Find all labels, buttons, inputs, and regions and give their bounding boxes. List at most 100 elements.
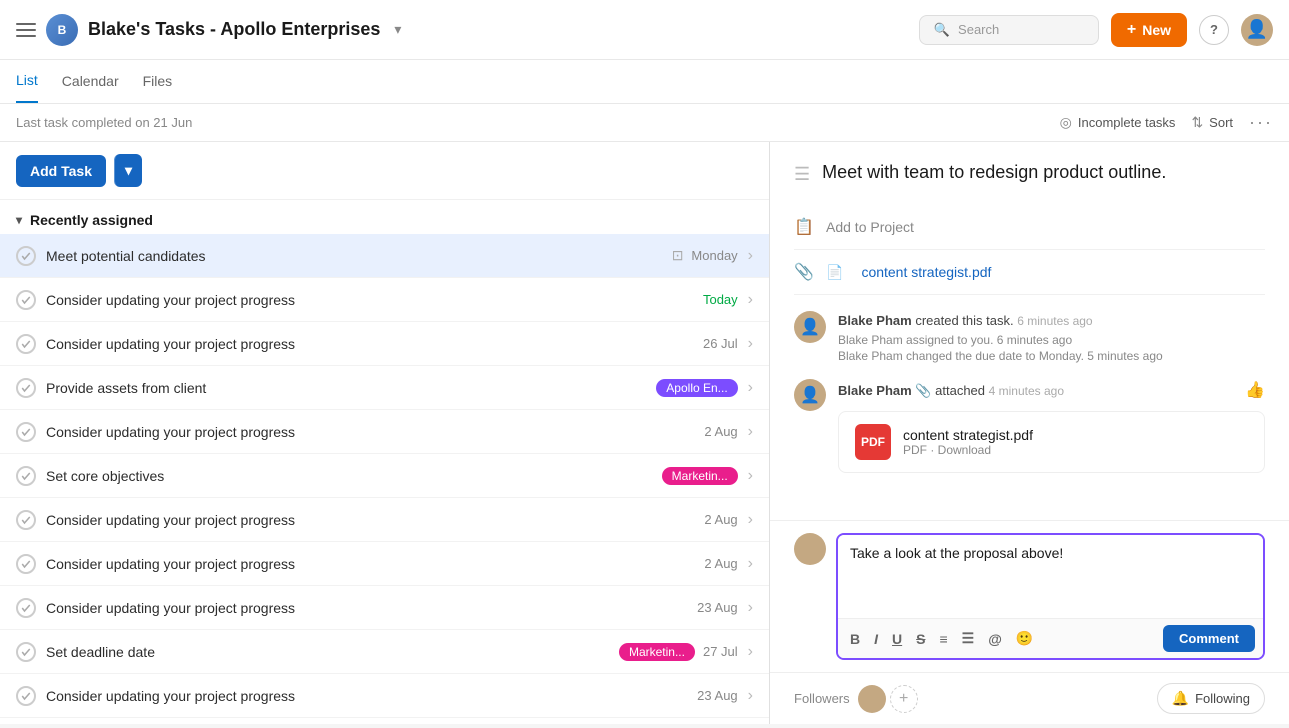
task-date: 2 Aug	[704, 424, 737, 439]
task-arrow-icon[interactable]: ›	[748, 291, 753, 309]
task-check-icon[interactable]	[16, 686, 36, 706]
task-arrow-icon[interactable]: ›	[748, 599, 753, 617]
sort-icon: ⇅	[1191, 114, 1203, 131]
strikethrough-button[interactable]: S	[912, 629, 929, 649]
user-avatar[interactable]: 👤	[1241, 14, 1273, 46]
more-options-button[interactable]: ···	[1249, 112, 1273, 133]
add-task-bar: Add Task ▾	[0, 142, 769, 200]
chevron-down-icon[interactable]: ▾	[394, 21, 401, 38]
task-meta: 2 Aug	[704, 512, 737, 527]
task-row[interactable]: Consider updating your project progressT…	[0, 278, 769, 322]
task-row[interactable]: Meet potential candidates ⊡ Monday ›	[0, 234, 769, 278]
task-arrow-icon[interactable]: ›	[748, 511, 753, 529]
app-header: B Blake's Tasks - Apollo Enterprises ▾ 🔍…	[0, 0, 1289, 60]
section-title: Recently assigned	[30, 212, 153, 228]
task-arrow-icon[interactable]: ›	[748, 643, 753, 661]
tab-list[interactable]: List	[16, 60, 38, 103]
task-arrow-icon[interactable]: ›	[748, 687, 753, 705]
comment-submit-button[interactable]: Comment	[1163, 625, 1255, 652]
underline-button[interactable]: U	[888, 629, 906, 649]
task-arrow-icon[interactable]: ›	[748, 467, 753, 485]
hamburger-menu[interactable]	[16, 23, 36, 37]
task-check-icon[interactable]	[16, 246, 36, 266]
task-row[interactable]: Consider updating your project progress 2…	[0, 498, 769, 542]
task-meta: Marketin...	[662, 467, 738, 485]
task-check-icon[interactable]	[16, 642, 36, 662]
bold-button[interactable]: B	[846, 629, 864, 649]
following-button[interactable]: 🔔 Following	[1157, 683, 1265, 714]
file-icon: 📄	[826, 264, 843, 281]
add-task-button[interactable]: Add Task	[16, 155, 106, 187]
mention-button[interactable]: @	[984, 629, 1006, 649]
task-row[interactable]: Consider updating your project progress2…	[0, 586, 769, 630]
task-check-icon[interactable]	[16, 598, 36, 618]
task-list-panel: Add Task ▾ ▾ Recently assigned Meet pote…	[0, 142, 770, 724]
task-check-icon[interactable]	[16, 510, 36, 530]
italic-button[interactable]: I	[870, 629, 882, 649]
task-name: Meet potential candidates	[46, 248, 662, 264]
task-arrow-icon[interactable]: ›	[748, 555, 753, 573]
activity-avatar-1: 👤	[794, 311, 826, 343]
like-button[interactable]: 👍	[1245, 379, 1265, 403]
detail-task-title: ☰ Meet with team to redesign product out…	[794, 162, 1265, 185]
task-row[interactable]: Set deadline dateMarketin...27 Jul›	[0, 630, 769, 674]
new-button[interactable]: + New	[1111, 13, 1187, 47]
numbered-list-button[interactable]: ☰	[958, 628, 979, 649]
pdf-icon: PDF	[855, 424, 891, 460]
task-arrow-icon[interactable]: ›	[748, 247, 753, 265]
comment-section: Take a look at the proposal above! B I U…	[770, 520, 1289, 672]
task-check-icon[interactable]	[16, 290, 36, 310]
search-placeholder: Search	[958, 22, 999, 37]
sort-button[interactable]: ⇅ Sort	[1191, 114, 1233, 131]
task-row[interactable]: Plan on-sitesMarketin...3 Jun – 23 Aug›	[0, 718, 769, 724]
activity-sub-1b: Blake Pham changed the due date to Monda…	[838, 349, 1265, 363]
task-meta: 23 Aug	[697, 688, 738, 703]
task-check-icon[interactable]	[16, 554, 36, 574]
bullet-list-button[interactable]: ≡	[935, 629, 951, 649]
pdf-attachment-card: PDF content strategist.pdf PDF · Downloa…	[838, 411, 1265, 473]
workspace-avatar: B	[46, 14, 78, 46]
task-row[interactable]: Provide assets from clientApollo En...›	[0, 366, 769, 410]
task-arrow-icon[interactable]: ›	[748, 423, 753, 441]
tag-badge: Marketin...	[619, 643, 695, 661]
task-check-icon[interactable]	[16, 422, 36, 442]
circle-icon: ◎	[1060, 114, 1072, 131]
task-check-icon[interactable]	[16, 378, 36, 398]
task-meta: ⊡ Monday	[672, 247, 738, 264]
duplicate-icon[interactable]: ⊡	[672, 247, 684, 264]
emoji-button[interactable]: 🙂	[1012, 628, 1037, 649]
activity-author-1: Blake Pham	[838, 313, 912, 328]
section-toggle-icon[interactable]: ▾	[16, 213, 22, 227]
add-to-project-section[interactable]: 📋 Add to Project	[794, 205, 1265, 250]
task-date: 23 Aug	[697, 688, 738, 703]
comment-input[interactable]: Take a look at the proposal above!	[838, 535, 1263, 615]
tab-files[interactable]: Files	[143, 60, 173, 103]
task-meta: 2 Aug	[704, 556, 737, 571]
search-box[interactable]: 🔍 Search	[919, 15, 1099, 45]
task-name: Consider updating your project progress	[46, 512, 694, 528]
toolbar: Last task completed on 21 Jun ◎ Incomple…	[0, 104, 1289, 142]
task-arrow-icon[interactable]: ›	[748, 379, 753, 397]
task-name: Consider updating your project progress	[46, 424, 694, 440]
task-row[interactable]: Consider updating your project progress2…	[0, 322, 769, 366]
task-check-icon[interactable]	[16, 466, 36, 486]
toolbar-right: ◎ Incomplete tasks ⇅ Sort ···	[1060, 112, 1273, 133]
add-task-dropdown-button[interactable]: ▾	[114, 154, 142, 187]
task-name: Consider updating your project progress	[46, 688, 687, 704]
task-date: Monday	[691, 248, 737, 263]
help-button[interactable]: ?	[1199, 15, 1229, 45]
tab-calendar[interactable]: Calendar	[62, 60, 119, 103]
task-row[interactable]: Consider updating your project progress2…	[0, 542, 769, 586]
task-name: Consider updating your project progress	[46, 336, 693, 352]
task-arrow-icon[interactable]: ›	[748, 335, 753, 353]
last-task-text: Last task completed on 21 Jun	[16, 115, 192, 130]
attachment-link[interactable]: content strategist.pdf	[861, 264, 991, 280]
task-row[interactable]: Set core objectivesMarketin...›	[0, 454, 769, 498]
incomplete-tasks-filter[interactable]: ◎ Incomplete tasks	[1060, 114, 1176, 131]
task-row[interactable]: Consider updating your project progress 2…	[0, 410, 769, 454]
main-layout: Add Task ▾ ▾ Recently assigned Meet pote…	[0, 142, 1289, 724]
followers-left: Followers +	[794, 685, 918, 713]
task-check-icon[interactable]	[16, 334, 36, 354]
task-row[interactable]: Consider updating your project progress 2…	[0, 674, 769, 718]
add-follower-button[interactable]: +	[890, 685, 918, 713]
